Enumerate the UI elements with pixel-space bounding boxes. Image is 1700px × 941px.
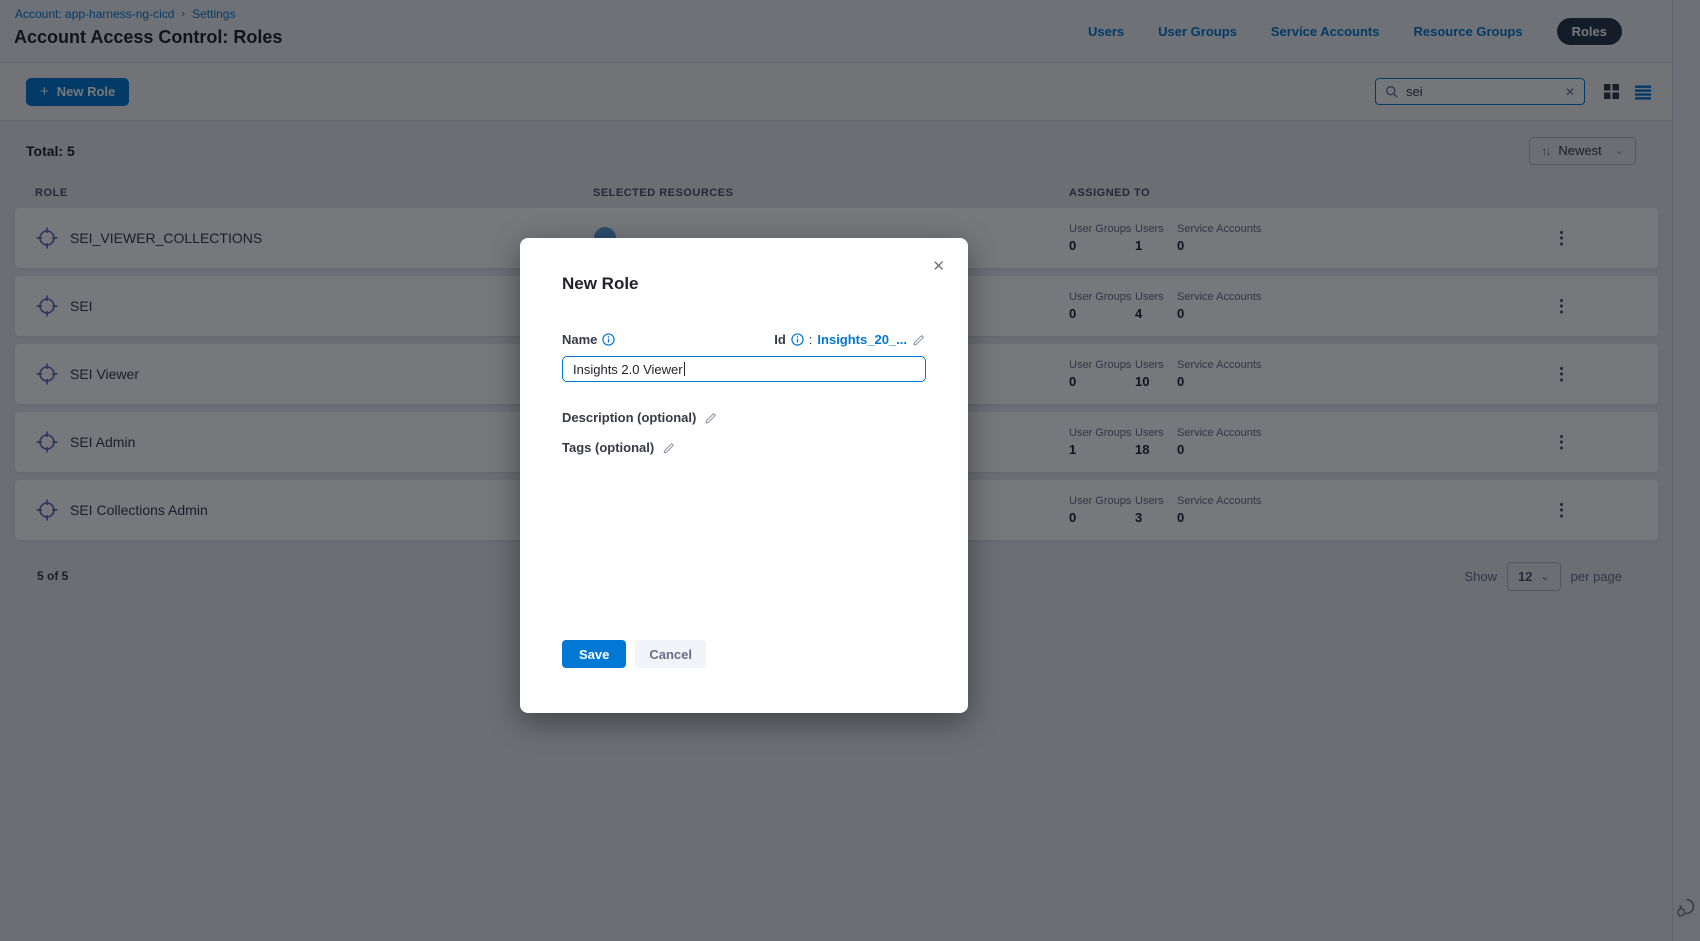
edit-tags-pencil-icon[interactable]: [662, 441, 676, 455]
new-role-dialog: ✕ New Role Name Id : Insights_20_...: [520, 238, 968, 713]
role-id-value[interactable]: Insights_20_...: [817, 332, 907, 347]
name-label: Name: [562, 332, 597, 347]
description-label: Description (optional): [562, 410, 696, 425]
save-button[interactable]: Save: [562, 640, 626, 668]
id-label: Id: [774, 332, 786, 347]
info-icon: [791, 333, 804, 346]
cancel-button[interactable]: Cancel: [635, 640, 706, 668]
info-icon: [602, 333, 615, 346]
roles-page: Account: app-harness-ng-cicd › Settings …: [0, 0, 1700, 941]
tags-toggle[interactable]: Tags (optional): [562, 440, 926, 455]
dialog-title: New Role: [562, 238, 926, 294]
id-separator: :: [809, 332, 813, 347]
description-toggle[interactable]: Description (optional): [562, 410, 926, 425]
edit-id-pencil-icon[interactable]: [912, 333, 926, 347]
edit-description-pencil-icon[interactable]: [704, 411, 718, 425]
close-icon[interactable]: ✕: [928, 253, 949, 279]
role-name-input[interactable]: Insights 2.0 Viewer: [562, 356, 926, 382]
role-name-input-value: Insights 2.0 Viewer: [573, 362, 683, 377]
tags-label: Tags (optional): [562, 440, 654, 455]
text-cursor: [684, 362, 686, 376]
